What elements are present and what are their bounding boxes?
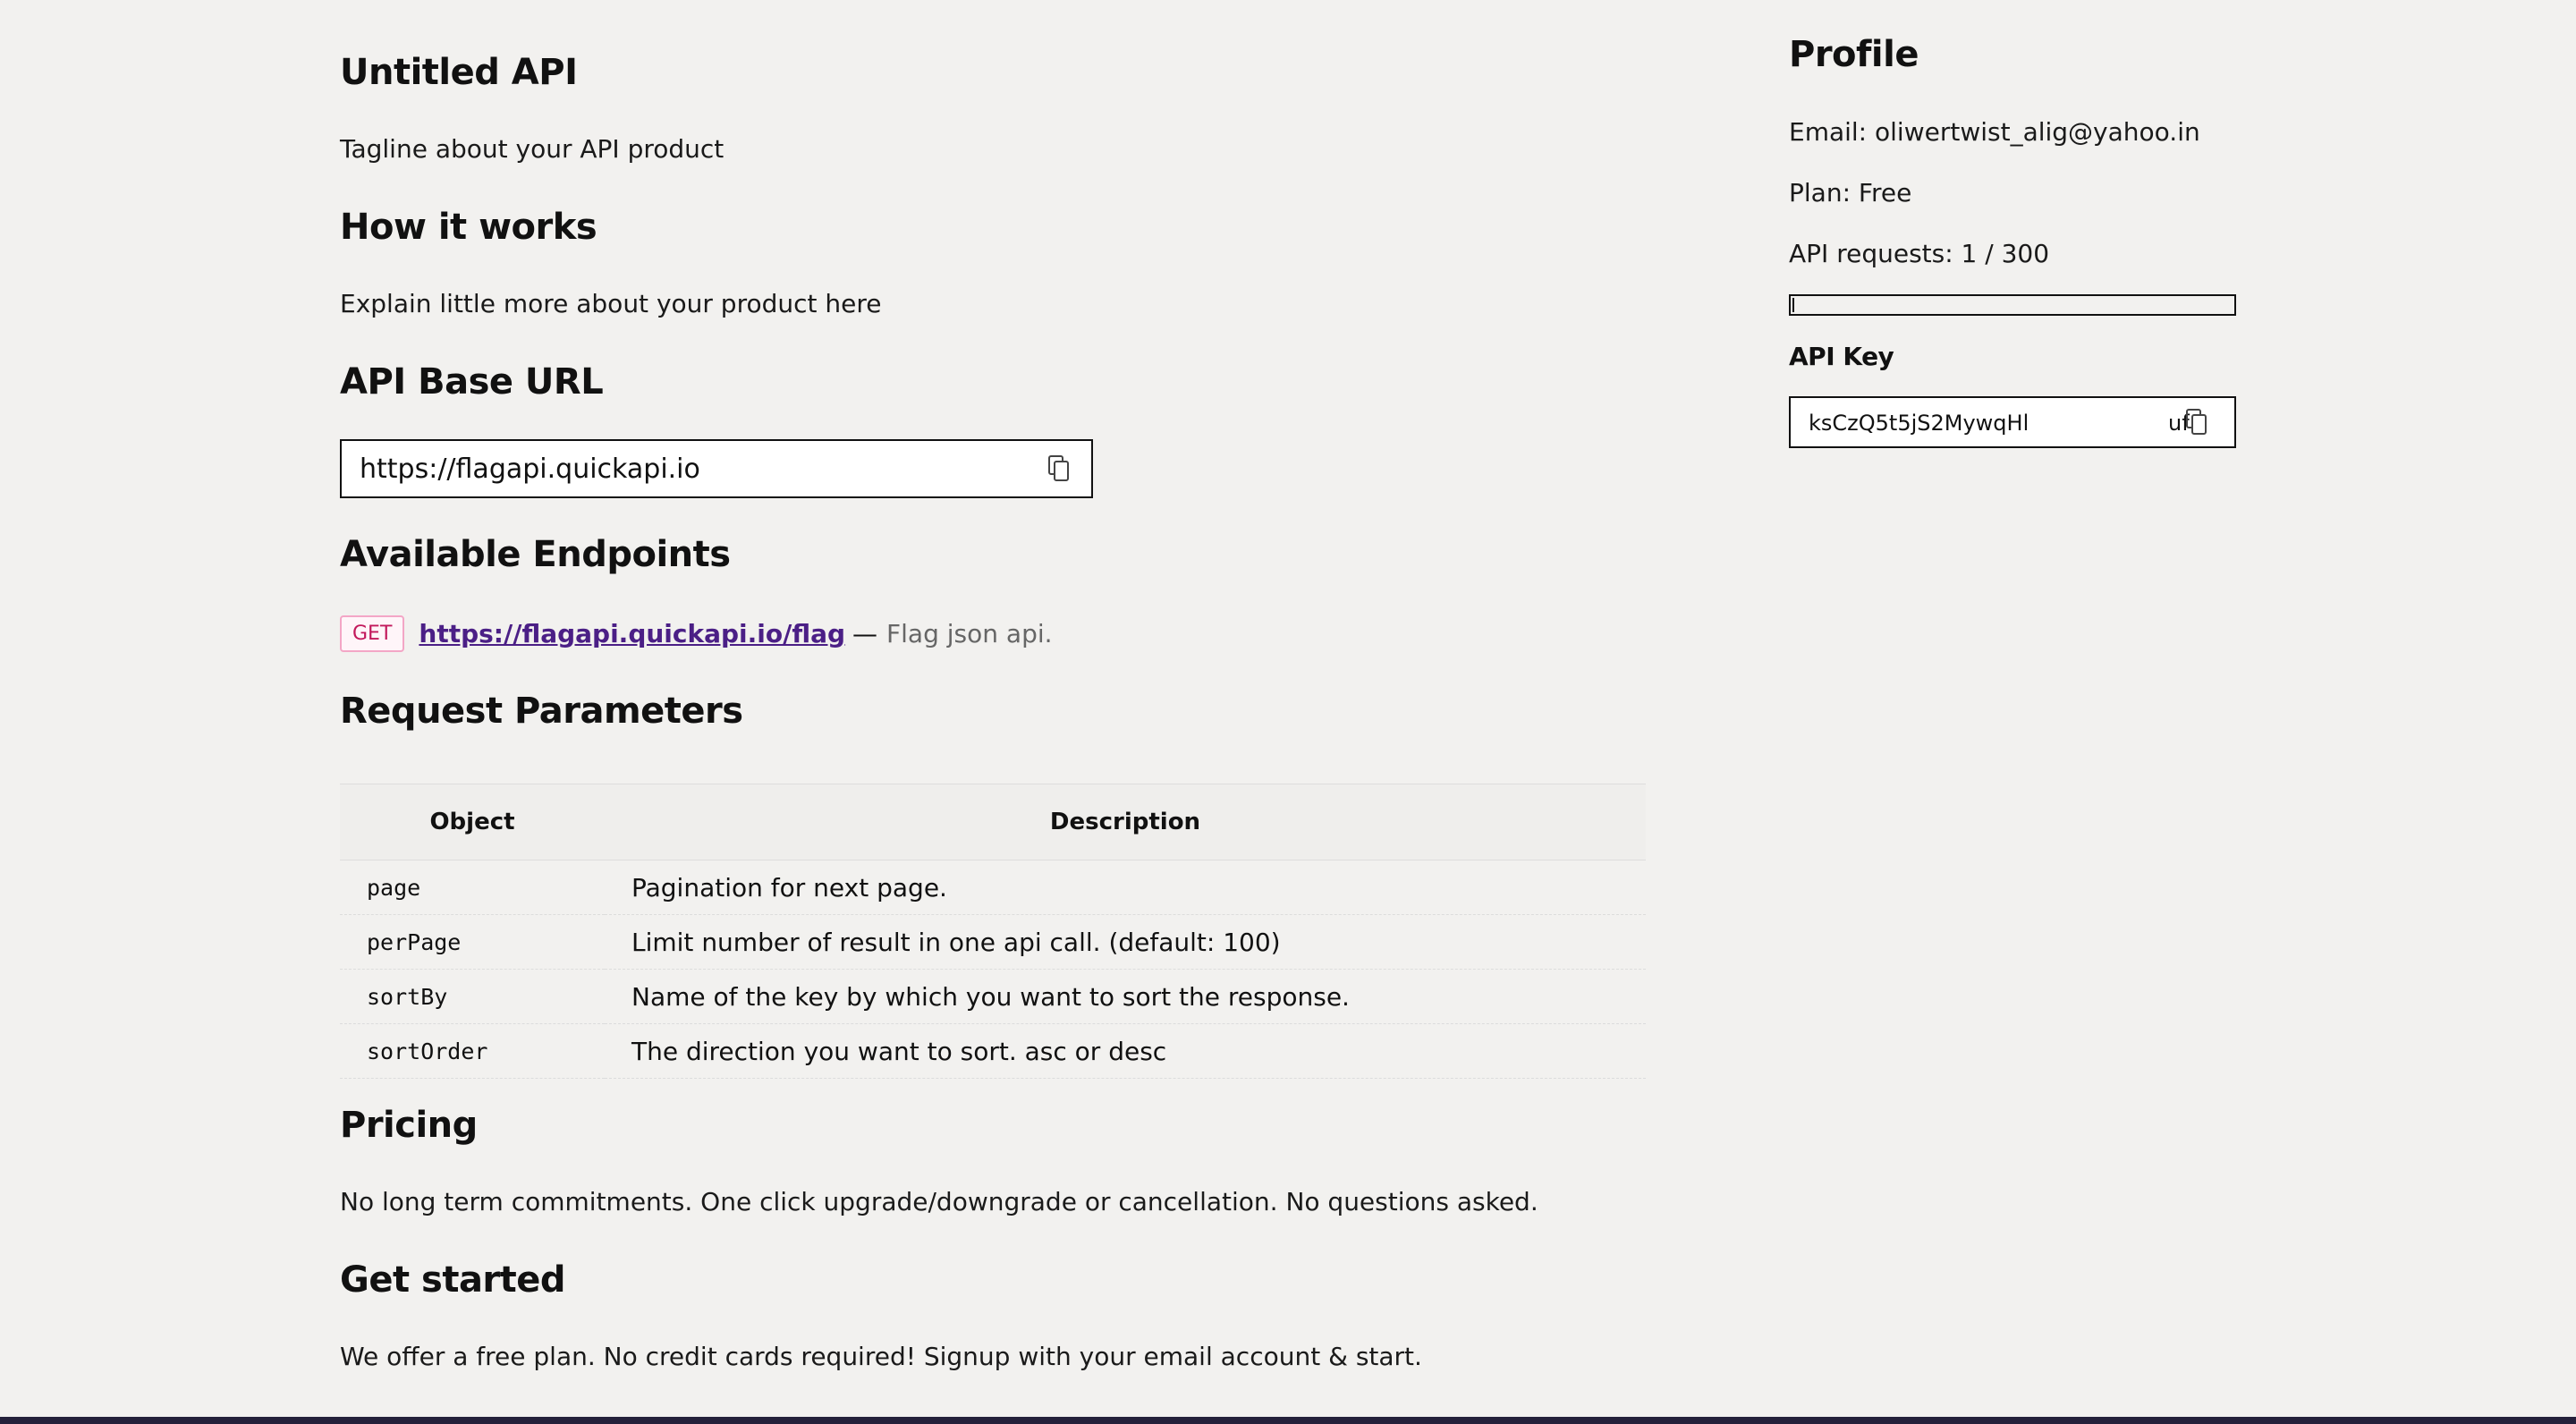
api-base-url-field[interactable]: https://flagapi.quickapi.io: [340, 439, 1093, 498]
how-it-works-heading: How it works: [340, 207, 597, 248]
param-name: sortOrder: [340, 1023, 605, 1079]
api-key-heading: API Key: [1789, 342, 1894, 371]
api-key-field[interactable]: ksCzQ5t5jS2MywqHl uf: [1789, 396, 2236, 448]
get-started-text: We offer a free plan. No credit cards re…: [340, 1342, 1422, 1371]
table-header-row: Object Description: [340, 784, 1646, 860]
api-requests-progress-bar: [1789, 294, 2236, 316]
copy-icon[interactable]: [1048, 455, 1070, 482]
request-parameters-table: Object Description page Pagination for n…: [340, 784, 1646, 1079]
param-name: perPage: [340, 914, 605, 970]
column-header-object: Object: [429, 809, 515, 835]
page: Untitled API Tagline about your API prod…: [0, 0, 2576, 1417]
api-requests-progress-fill: [1792, 298, 1794, 312]
available-endpoints-heading: Available Endpoints: [340, 534, 731, 575]
param-description: The direction you want to sort. asc or d…: [605, 1023, 1646, 1079]
profile-email: Email: oliwertwist_alig@yahoo.in: [1789, 117, 2200, 147]
table-row: perPage Limit number of result in one ap…: [340, 914, 1646, 970]
get-started-heading: Get started: [340, 1259, 566, 1301]
profile-api-requests: API requests: 1 / 300: [1789, 239, 2050, 268]
table-row: sortOrder The direction you want to sort…: [340, 1023, 1646, 1079]
api-base-url-heading: API Base URL: [340, 361, 604, 403]
how-it-works-text: Explain little more about your product h…: [340, 289, 882, 318]
profile-heading: Profile: [1789, 34, 1919, 75]
param-description: Name of the key by which you want to sor…: [605, 969, 1646, 1024]
page-title: Untitled API: [340, 52, 578, 93]
request-parameters-heading: Request Parameters: [340, 691, 743, 732]
endpoint-separator: —: [852, 619, 878, 648]
api-base-url-value[interactable]: https://flagapi.quickapi.io: [360, 453, 700, 485]
endpoint-description: Flag json api.: [886, 619, 1053, 648]
column-header-description: Description: [1049, 809, 1201, 835]
endpoint-link[interactable]: https://flagapi.quickapi.io/flag: [419, 619, 845, 648]
tagline: Tagline about your API product: [340, 134, 724, 164]
endpoint-item: GET https://flagapi.quickapi.io/flag — F…: [340, 615, 1053, 652]
copy-icon[interactable]: [2186, 409, 2207, 436]
api-key-value[interactable]: ksCzQ5t5jS2MywqHl uf: [1809, 411, 2202, 436]
param-name: sortBy: [340, 969, 605, 1024]
table-row: sortBy Name of the key by which you want…: [340, 969, 1646, 1024]
pricing-heading: Pricing: [340, 1105, 478, 1146]
profile-plan: Plan: Free: [1789, 178, 1912, 208]
table-row: page Pagination for next page.: [340, 860, 1646, 915]
pricing-text: No long term commitments. One click upgr…: [340, 1187, 1538, 1216]
method-badge: GET: [340, 615, 405, 652]
param-name: page: [340, 860, 605, 915]
param-description: Pagination for next page.: [605, 860, 1646, 915]
param-description: Limit number of result in one api call. …: [605, 914, 1646, 970]
